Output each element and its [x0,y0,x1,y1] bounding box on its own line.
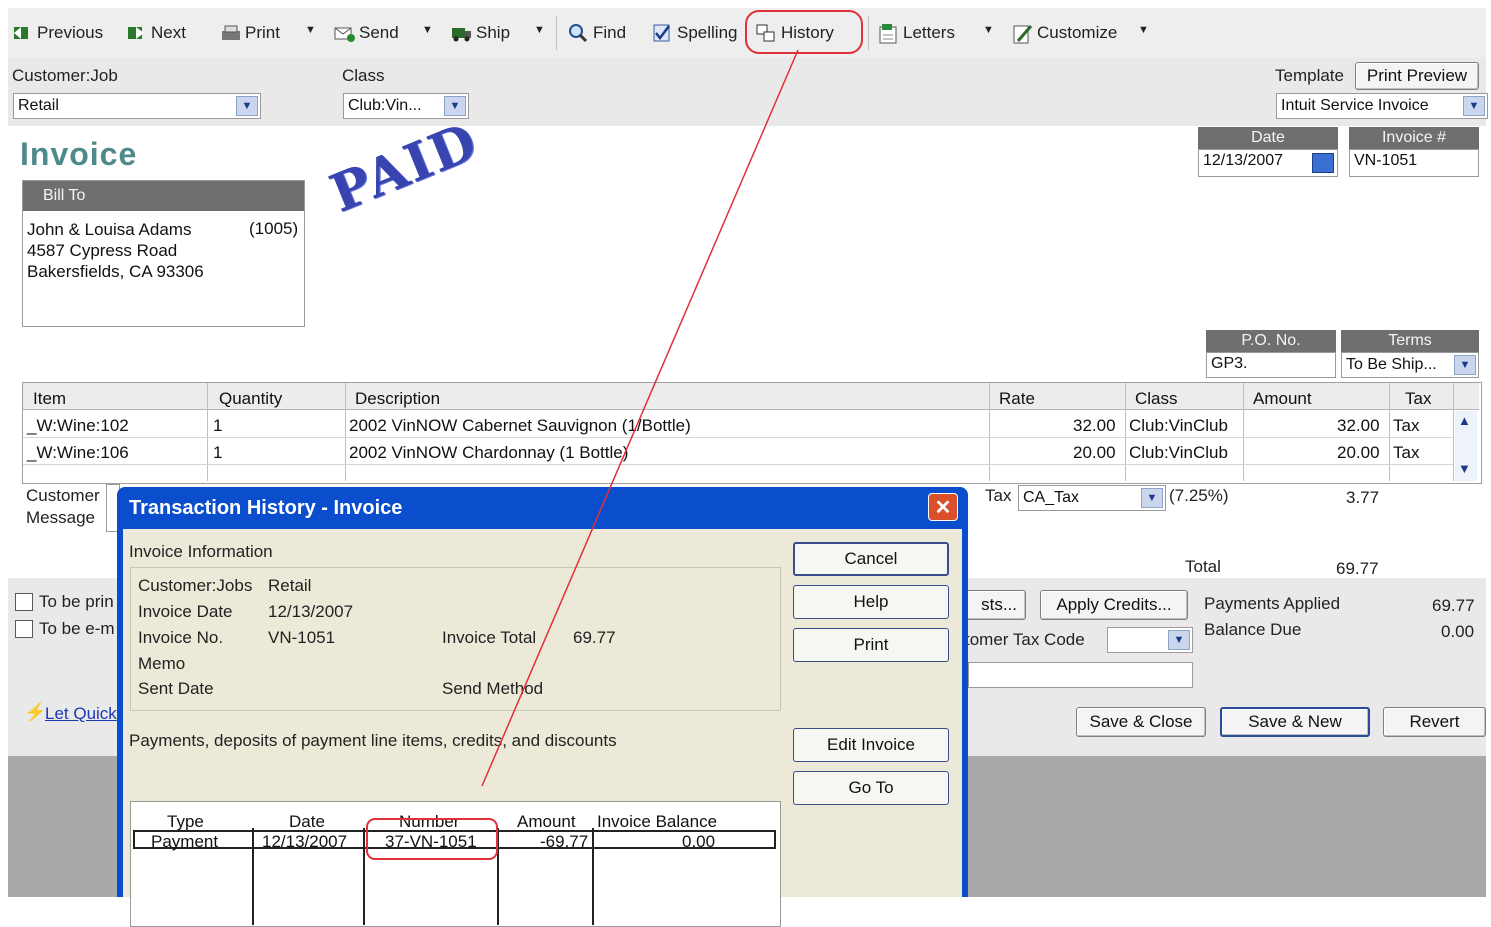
annotation-connector-line [481,49,799,787]
